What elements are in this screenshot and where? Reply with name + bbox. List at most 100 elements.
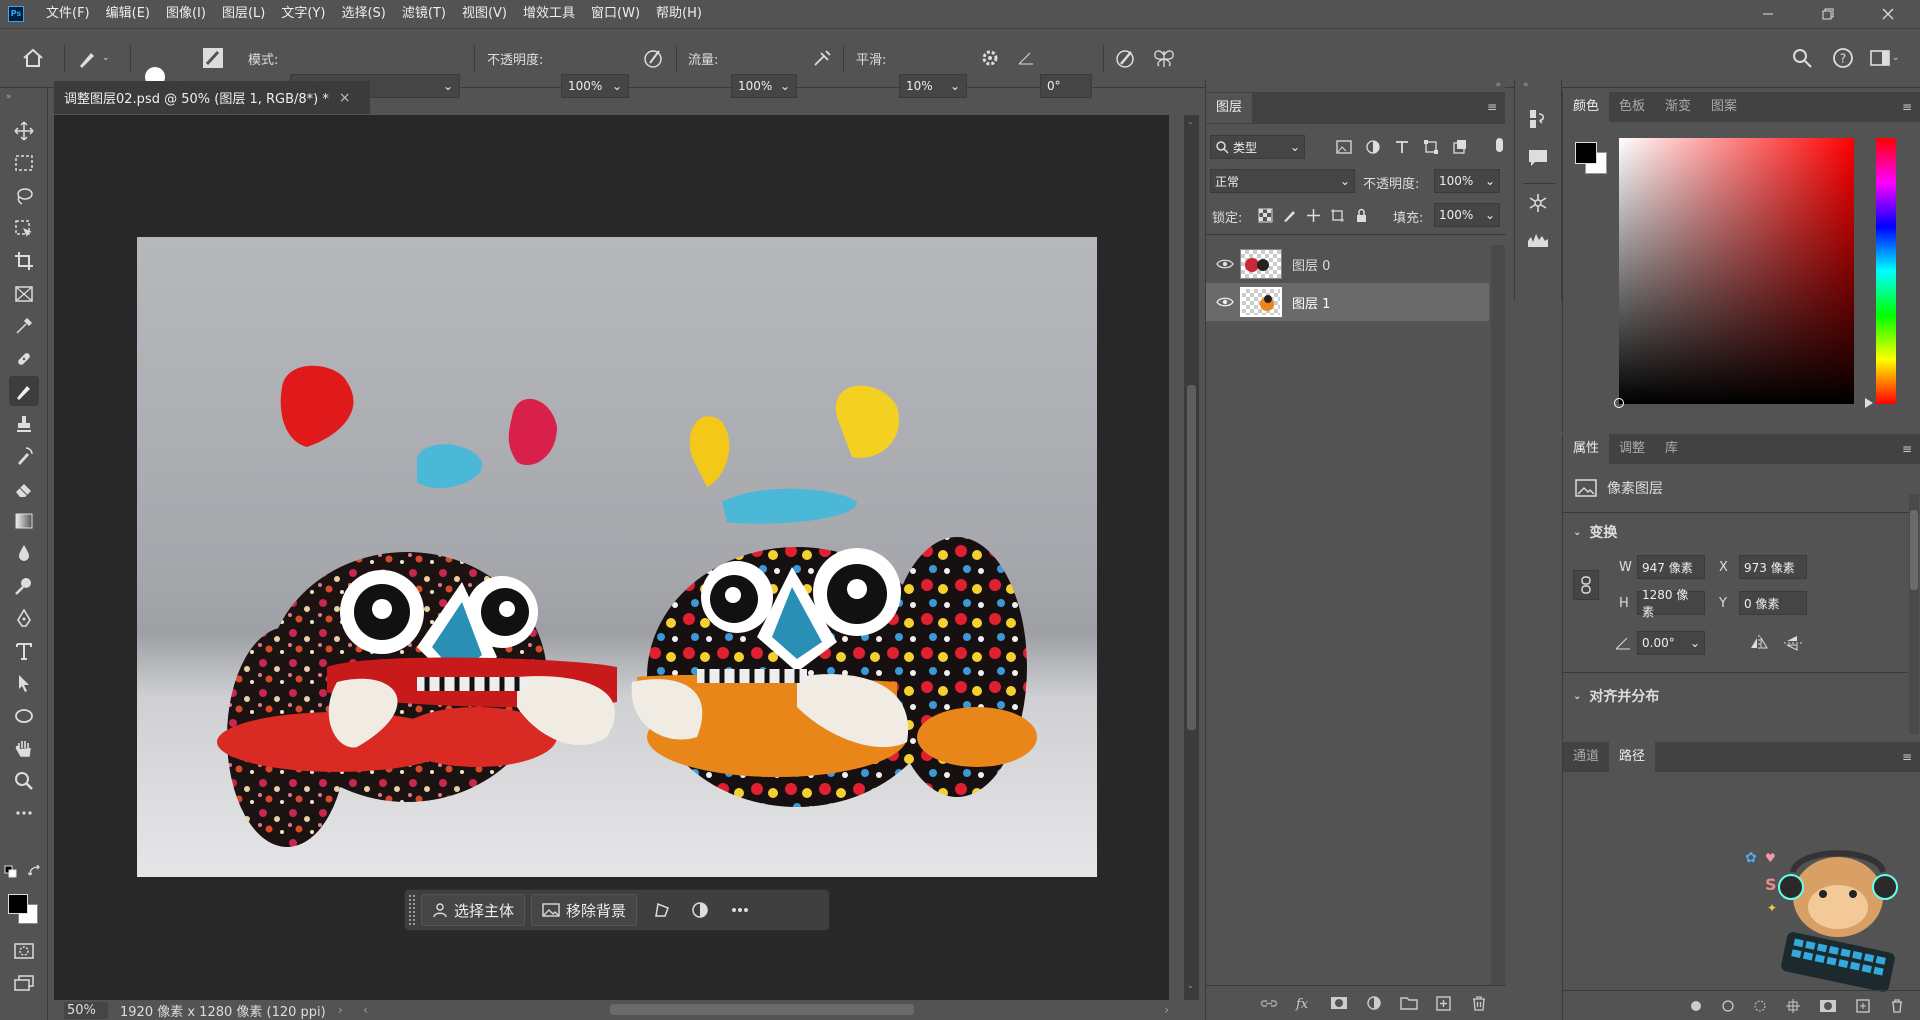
chevron-right-icon[interactable]: › bbox=[338, 1003, 343, 1018]
menu-image[interactable]: 图像(I) bbox=[158, 0, 214, 28]
new-layer-icon[interactable] bbox=[1435, 995, 1453, 1011]
comments-panel-button[interactable] bbox=[1527, 147, 1549, 172]
adjustment-filter-icon[interactable] bbox=[1365, 139, 1381, 155]
pen-tool[interactable] bbox=[9, 603, 39, 633]
type-tool[interactable] bbox=[9, 636, 39, 666]
tab-swatches[interactable]: 色板 bbox=[1609, 92, 1655, 122]
scroll-left-icon[interactable]: ‹ bbox=[363, 1003, 368, 1018]
lock-position-icon[interactable] bbox=[1306, 208, 1321, 223]
eraser-tool[interactable] bbox=[9, 474, 39, 504]
layer-opacity-input[interactable]: 100% ⌄ bbox=[1434, 169, 1500, 193]
add-mask-icon[interactable] bbox=[1819, 998, 1837, 1014]
foreground-color-chip[interactable] bbox=[1575, 142, 1597, 164]
menu-help[interactable]: 帮助(H) bbox=[648, 0, 710, 28]
gradient-tool[interactable] bbox=[9, 506, 39, 536]
search-button[interactable] bbox=[1792, 45, 1812, 71]
y-input[interactable]: 0 像素 bbox=[1739, 591, 1807, 615]
link-layers-icon[interactable] bbox=[1260, 996, 1278, 1010]
lock-all-icon[interactable] bbox=[1354, 208, 1369, 223]
smoothing-options-button[interactable] bbox=[980, 45, 1000, 71]
layer-filter-select[interactable]: 类型 ⌄ bbox=[1210, 135, 1305, 159]
align-section-header[interactable]: ⌄ 对齐并分布 bbox=[1573, 686, 1659, 706]
help-button[interactable]: ? bbox=[1832, 45, 1854, 71]
flip-vertical-icon[interactable] bbox=[1783, 634, 1803, 652]
history-brush-tool[interactable] bbox=[9, 441, 39, 471]
width-input[interactable]: 947 像素 bbox=[1637, 555, 1705, 579]
scroll-down-icon[interactable]: ⌄ bbox=[1187, 981, 1194, 990]
collapse-toolbar-icon[interactable]: » bbox=[6, 92, 12, 102]
type-filter-icon[interactable] bbox=[1394, 139, 1410, 155]
link-dimensions-button[interactable] bbox=[1573, 570, 1599, 600]
new-adjustment-layer-icon[interactable] bbox=[1365, 995, 1383, 1011]
lasso-tool[interactable] bbox=[9, 181, 39, 211]
ellipse-tool[interactable] bbox=[9, 701, 39, 731]
zoom-tool[interactable] bbox=[9, 766, 39, 796]
menu-edit[interactable]: 编辑(E) bbox=[98, 0, 158, 28]
tab-gradients[interactable]: 渐变 bbox=[1655, 92, 1701, 122]
healing-brush-tool[interactable] bbox=[9, 344, 39, 374]
select-subject-button[interactable]: 选择主体 bbox=[421, 894, 526, 926]
new-path-icon[interactable] bbox=[1855, 998, 1871, 1014]
clone-stamp-tool[interactable] bbox=[9, 409, 39, 439]
brush-tool[interactable] bbox=[9, 376, 39, 406]
menu-window[interactable]: 窗口(W) bbox=[583, 0, 648, 28]
lock-pixels-icon[interactable] bbox=[1282, 208, 1297, 223]
zoom-level-field[interactable]: 50% bbox=[64, 1001, 108, 1019]
histogram-panel-button[interactable] bbox=[1527, 230, 1549, 251]
smart-object-filter-icon[interactable] bbox=[1452, 139, 1468, 155]
transform-button[interactable] bbox=[647, 901, 677, 919]
canvas-vertical-scrollbar[interactable]: ⌃ ⌄ bbox=[1184, 115, 1199, 1000]
filter-toggle[interactable] bbox=[1496, 138, 1503, 152]
minimize-button[interactable] bbox=[1745, 0, 1791, 28]
tab-patterns[interactable]: 图案 bbox=[1701, 92, 1747, 122]
workspace-button[interactable]: ⌄ bbox=[1870, 45, 1900, 71]
tab-paths[interactable]: 路径 bbox=[1609, 742, 1656, 772]
document-tab[interactable]: 调整图层02.psd @ 50% (图层 1, RGB/8*) * × bbox=[54, 81, 370, 114]
new-group-icon[interactable] bbox=[1400, 995, 1418, 1011]
close-window-button[interactable] bbox=[1865, 0, 1911, 28]
fill-input[interactable]: 100% ⌄ bbox=[1434, 203, 1500, 227]
menu-type[interactable]: 文字(Y) bbox=[273, 0, 333, 28]
home-button[interactable] bbox=[22, 45, 44, 71]
symmetry-button[interactable] bbox=[1152, 45, 1176, 71]
layer-row-0[interactable]: 图层 0 bbox=[1206, 245, 1489, 283]
close-tab-icon[interactable]: × bbox=[339, 90, 351, 106]
shape-filter-icon[interactable] bbox=[1423, 139, 1439, 155]
marquee-tool[interactable] bbox=[9, 148, 39, 178]
trash-icon[interactable] bbox=[1470, 995, 1488, 1011]
tab-adjustments[interactable]: 调整 bbox=[1609, 434, 1655, 464]
tab-color[interactable]: 颜色 bbox=[1563, 92, 1610, 122]
hue-slider-handle[interactable] bbox=[1865, 398, 1873, 408]
blend-mode-select[interactable]: 正常 ⌄ bbox=[1210, 169, 1355, 193]
layer-row-1[interactable]: 图层 1 bbox=[1206, 283, 1489, 321]
fill-path-icon[interactable] bbox=[1689, 999, 1703, 1013]
path-selection-tool[interactable] bbox=[9, 668, 39, 698]
hue-slider[interactable] bbox=[1876, 138, 1896, 404]
crop-tool[interactable] bbox=[9, 246, 39, 276]
tab-layers[interactable]: 图层 bbox=[1206, 93, 1253, 123]
restore-button[interactable] bbox=[1805, 0, 1851, 28]
flow-input[interactable]: 100% ⌄ bbox=[731, 74, 797, 98]
menu-plugins[interactable]: 增效工具 bbox=[515, 0, 583, 28]
blur-tool[interactable] bbox=[9, 538, 39, 568]
swap-colors-button[interactable] bbox=[27, 864, 42, 882]
drag-handle-icon[interactable] bbox=[409, 895, 415, 925]
pressure-opacity-button[interactable] bbox=[642, 45, 664, 71]
airbrush-button[interactable] bbox=[812, 45, 834, 71]
color-field[interactable] bbox=[1614, 138, 1854, 408]
rotation-input[interactable]: 0.00° ⌄ bbox=[1637, 631, 1705, 655]
expand-panel-icon[interactable]: » bbox=[1495, 80, 1501, 90]
menu-layer[interactable]: 图层(L) bbox=[214, 0, 273, 28]
add-mask-icon[interactable] bbox=[1330, 995, 1348, 1011]
more-options-button[interactable] bbox=[725, 907, 755, 913]
angle-input[interactable]: 0° bbox=[1040, 74, 1092, 98]
eye-icon[interactable] bbox=[1216, 296, 1234, 308]
tab-properties[interactable]: 属性 bbox=[1563, 434, 1610, 464]
layer-style-icon[interactable]: fx bbox=[1295, 995, 1313, 1011]
adjustment-button[interactable] bbox=[685, 901, 715, 919]
transform-section-header[interactable]: ⌄ 变换 bbox=[1573, 522, 1617, 542]
collapse-strip-icon[interactable]: « bbox=[1523, 80, 1529, 90]
remove-background-button[interactable]: 移除背景 bbox=[531, 894, 638, 926]
lock-transparent-icon[interactable] bbox=[1258, 208, 1273, 223]
x-input[interactable]: 973 像素 bbox=[1739, 555, 1807, 579]
